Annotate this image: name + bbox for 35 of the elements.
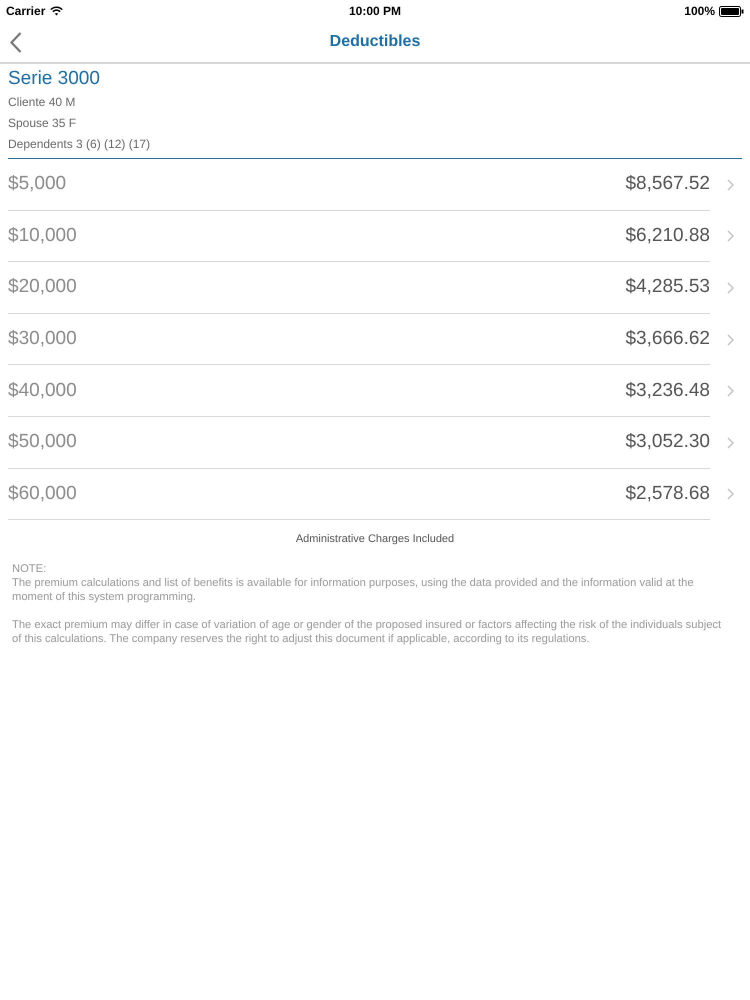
note-label: NOTE:	[12, 562, 48, 576]
deductible-amount: $30,000	[8, 328, 77, 350]
plan-title: Serie 3000	[8, 67, 101, 91]
charges-caption: Administrative Charges Included	[296, 533, 454, 546]
premium-amount: $3,236.48	[625, 380, 710, 402]
premium-amount: $4,285.53	[625, 276, 710, 298]
chevron-icon	[726, 436, 734, 449]
clock-time: 10:00 PM	[348, 4, 402, 18]
deductible-amount: $40,000	[8, 380, 77, 402]
battery-percent: 100%	[684, 4, 715, 18]
chevron-icon	[726, 488, 734, 500]
carrier-label: Carrier	[6, 4, 46, 18]
deductible-amount: $20,000	[8, 276, 77, 298]
premium-amount: $3,666.62	[625, 328, 710, 350]
chevron-icon	[726, 385, 734, 398]
page-title: Deductibles	[330, 33, 420, 51]
wifi-icon	[50, 6, 64, 16]
insured-info: Dependents 3 (6) (12) (17)	[8, 136, 152, 153]
premium-amount: $8,567.52	[625, 173, 710, 196]
deductible-amount: $5,000	[8, 173, 66, 196]
battery-icon	[719, 6, 744, 16]
premium-amount: $3,052.30	[625, 431, 710, 454]
chevron-icon	[726, 334, 734, 346]
insured-info: Cliente 40 M	[8, 94, 76, 111]
deductible-amount: $10,000	[8, 224, 77, 247]
deductible-amount: $50,000	[8, 431, 77, 454]
insured-info: Spouse 35 F	[8, 115, 78, 132]
premium-amount: $2,578.68	[625, 482, 710, 505]
chevron-icon	[726, 282, 734, 294]
deductible-amount: $60,000	[8, 482, 77, 505]
chevron-icon	[726, 230, 734, 242]
note-paragraph: The exact premium may differ in case of variation of age or gender of the proposed insured or factors affecting the risk of the individuals subject of this calculations. The company reserves the right to adjust this document if applicable, according to its regulations.	[12, 618, 722, 646]
premium-amount: $6,210.88	[625, 224, 710, 247]
note-paragraph: The premium calculations and list of benefits is available for information purposes, using the data provided and the information valid at the moment of this system programming.	[12, 576, 695, 604]
chevron-icon	[726, 178, 734, 191]
